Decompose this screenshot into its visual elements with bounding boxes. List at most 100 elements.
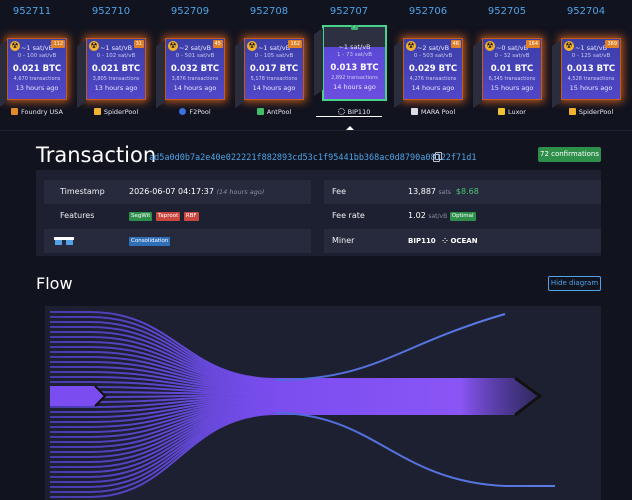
block-height-link[interactable]: 952707 (319, 6, 379, 17)
flow-svg (50, 311, 555, 498)
block-badge: 45 (212, 40, 223, 48)
tx-count: 3,805 transactions (92, 76, 140, 82)
block-age: 14 hours ago (333, 83, 376, 91)
feature-tag-taproot[interactable]: Taproot (155, 212, 181, 221)
pool-label[interactable]: BIP110 (319, 108, 389, 116)
fee-rate-tag: Optimal (449, 212, 476, 221)
hazard-icon: ☢ (247, 41, 257, 51)
block-card[interactable]: ☢ 164 ~0 sat/vB 0 - 32 sat/vB 0.01 BTC 6… (482, 38, 542, 100)
block-badge: 369 (605, 40, 619, 48)
block-card[interactable]: ☢ 369 ~1 sat/vB 0 - 125 sat/vB 0.013 BTC… (561, 38, 621, 100)
page-title: Transaction (36, 143, 157, 167)
consolidation-tag[interactable]: Consolidation (129, 237, 171, 246)
block-age: 14 hours ago (173, 84, 217, 92)
miner-label: Miner (332, 236, 355, 245)
block-age: 14 hours ago (411, 84, 455, 92)
miner-value-wrap[interactable]: BIP110 ⁘ OCEAN (408, 229, 478, 253)
block-height-link[interactable]: 952711 (2, 6, 62, 17)
fee-unit: sats (438, 189, 451, 196)
fee-row: Fee 13,887 sats $8.68 (324, 180, 601, 204)
block-height-link[interactable]: 952706 (398, 6, 458, 17)
spiderpool-icon (93, 108, 101, 115)
block-total: 0.029 BTC (408, 64, 458, 74)
timestamp-value: 2026-06-07 04:17:37 (129, 187, 214, 196)
pool-label[interactable]: MARA Pool (398, 108, 468, 116)
tx-count: 4,670 transactions (13, 76, 61, 82)
fee-range: 0 - 501 sat/vB (175, 53, 215, 59)
pool-label[interactable]: Luxor (477, 108, 547, 116)
consolidation-wrap: Consolidation (129, 229, 171, 253)
block-strip: 952711 952710 952709 952708 952707 95270… (0, 0, 632, 131)
flow-main-output[interactable] (275, 378, 540, 415)
confirmations-badge: 72 confirmations (538, 147, 601, 162)
block-card[interactable]: ☢ 112 ~1 sat/vB 0 - 100 sat/vB 0.021 BTC… (7, 38, 67, 100)
fee-range: 0 - 105 sat/vB (254, 53, 294, 59)
selected-tag: ✓ (350, 25, 359, 30)
block-card-selected[interactable]: ✓ ~1 sat/vB 1 - 73 sat/vB 0.013 BTC 2,89… (323, 25, 386, 100)
timestamp-relative: (14 hours ago) (216, 188, 265, 196)
pool-label[interactable]: SpiderPool (556, 108, 626, 116)
fee-range: 0 - 32 sat/vB (494, 53, 530, 59)
block-card[interactable]: ☢ 46 ~2 sat/vB 0 - 503 sat/vB 0.029 BTC … (403, 38, 463, 100)
block-age: 15 hours ago (569, 84, 613, 92)
fee-usd: $8.68 (455, 187, 479, 196)
flow-title: Flow (36, 274, 73, 293)
block-height-link[interactable]: 952705 (477, 6, 537, 17)
block-height-link[interactable]: 952709 (160, 6, 220, 17)
block-card[interactable]: ☢ 31 ~1 sat/vB 0 - 102 sat/vB 0.021 BTC … (86, 38, 146, 100)
bip110-icon (337, 108, 345, 115)
fee-rate-wrap: 1.02 sat/vB Optimal (408, 204, 477, 229)
hazard-icon: ☢ (89, 41, 99, 51)
fee-range: 0 - 102 sat/vB (96, 53, 136, 59)
miner-value: BIP110 (408, 237, 436, 245)
feature-tag-rbf[interactable]: RBF (183, 212, 199, 221)
txid-link[interactable]: ad5a0d0b7a2e40e022221f882893cd53c1f95441… (149, 153, 477, 163)
block-badge: 46 (450, 40, 461, 48)
hazard-icon: ☢ (10, 41, 20, 51)
foundry-icon (11, 108, 19, 115)
miner-row: Miner BIP110 ⁘ OCEAN (324, 229, 601, 253)
fee-label: Fee (332, 187, 347, 196)
copy-icon[interactable] (433, 152, 442, 162)
fee-range: 0 - 125 sat/vB (571, 53, 611, 59)
block-total: 0.01 BTC (490, 64, 534, 74)
block-height-link[interactable]: 952710 (81, 6, 141, 17)
block-card[interactable]: ☢ 45 ~2 sat/vB 0 - 501 sat/vB 0.032 BTC … (165, 38, 225, 100)
block-age: 15 hours ago (490, 84, 534, 92)
flow-output-lower[interactable] (274, 412, 555, 487)
pool-label[interactable]: Foundry USA (2, 108, 72, 116)
tx-count: 6,345 transactions (488, 76, 536, 82)
tx-count: 2,892 transactions (331, 75, 378, 81)
tx-count: 4,528 transactions (567, 76, 615, 82)
flow-output-upper[interactable] (274, 313, 506, 381)
timestamp-value-wrap: 2026-06-07 04:17:37 (14 hours ago) (129, 180, 264, 204)
hazard-icon: ☢ (485, 41, 495, 51)
hide-diagram-button[interactable]: Hide diagram (548, 276, 601, 291)
block-age: 14 hours ago (252, 84, 296, 92)
f2pool-icon (179, 108, 187, 115)
feature-tag-segwit[interactable]: SegWit (129, 212, 153, 221)
timestamp-row: Timestamp 2026-06-07 04:17:37 (14 hours … (44, 180, 311, 204)
spiderpool-icon (568, 108, 576, 115)
tx-count: 5,178 transactions (250, 76, 298, 82)
ocean-icon: ⁘ (442, 237, 448, 245)
pool-label[interactable]: SpiderPool (81, 108, 151, 116)
block-height-link[interactable]: 952708 (239, 6, 299, 17)
fee-rate-unit: sat/vB (428, 213, 448, 220)
block-badge: 164 (526, 40, 540, 48)
pool-label[interactable]: AntPool (239, 108, 309, 116)
block-height-link[interactable]: 952704 (556, 6, 616, 17)
tx-count: 3,876 transactions (171, 76, 219, 82)
consolidation-row: Consolidation (44, 229, 311, 253)
fee-range: 0 - 100 sat/vB (17, 53, 57, 59)
block-card[interactable]: ☢ 162 ~1 sat/vB 0 - 105 sat/vB 0.017 BTC… (244, 38, 304, 100)
block-badge: 31 (133, 40, 144, 48)
luxor-icon (498, 108, 506, 115)
timestamp-label: Timestamp (60, 187, 105, 196)
flow-inputs (50, 311, 278, 498)
block-total: 0.013 BTC (566, 64, 616, 74)
pool-label[interactable]: F2Pool (160, 108, 230, 116)
flow-diagram (45, 306, 601, 500)
fee-range: 1 - 73 sat/vB (336, 52, 372, 58)
flow-input-stream[interactable] (50, 411, 278, 488)
